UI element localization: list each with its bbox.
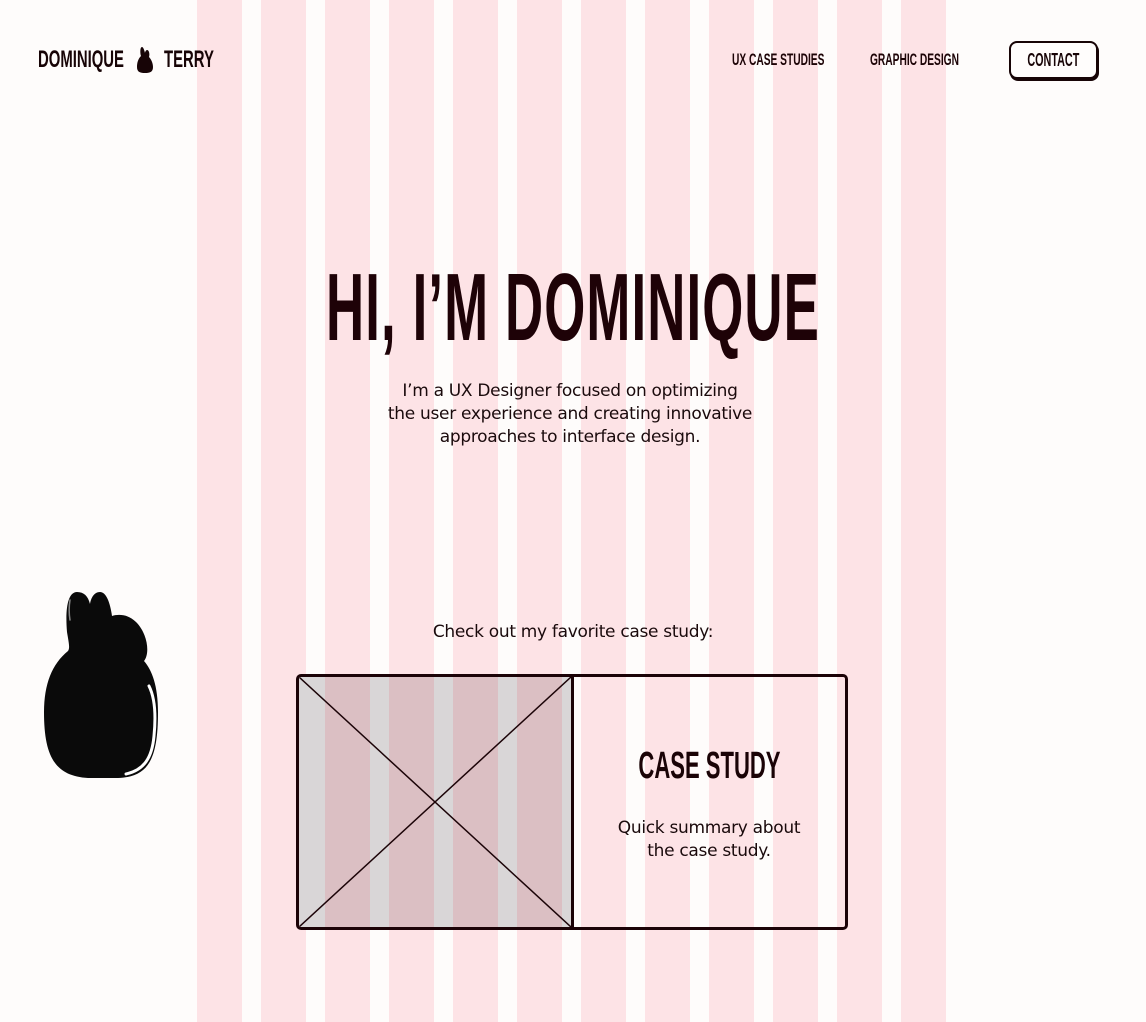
- case-study-title-text: CASE STUDY: [638, 745, 781, 787]
- contact-button[interactable]: CONTACT: [1009, 41, 1098, 79]
- hero-subtitle-line: I’m a UX Designer focused on optimizing: [402, 381, 738, 401]
- case-study-summary-line: the case study.: [647, 841, 771, 861]
- logo-last-name: TERRY: [164, 46, 214, 73]
- hero-subtitle: I’m a UX Designer focused on optimizing …: [373, 380, 767, 449]
- bunny-mascot-icon: [44, 592, 158, 778]
- bunny-icon: [137, 47, 153, 73]
- logo-first-name: DOMINIQUE: [38, 46, 124, 73]
- hero-subtitle-line: approaches to interface design.: [439, 427, 701, 447]
- hero-subtitle-line: the user experience and creating innovat…: [387, 404, 753, 424]
- hero-title: HI, I’M DOMINIQUE: [0, 258, 1146, 358]
- site-logo[interactable]: DOMINIQUE TERRY: [38, 44, 214, 76]
- case-study-summary-line: Quick summary about: [617, 818, 801, 838]
- hero-title-text: HI, I’M DOMINIQUE: [326, 254, 820, 361]
- nav-ux-case-studies[interactable]: UX CASE STUDIES: [732, 50, 886, 70]
- case-study-title: CASE STUDY: [574, 745, 845, 788]
- nav-ux-case-studies-label: UX CASE STUDIES: [732, 50, 825, 69]
- nav-graphic-design-label: GRAPHIC DESIGN: [870, 50, 959, 69]
- contact-button-label: CONTACT: [1027, 49, 1080, 70]
- case-study-card[interactable]: CASE STUDY Quick summary about the case …: [296, 674, 848, 930]
- featured-label: Check out my favorite case study:: [432, 622, 714, 642]
- nav-graphic-design[interactable]: GRAPHIC DESIGN: [870, 50, 1018, 70]
- image-placeholder-icon: [299, 677, 571, 927]
- case-study-summary: Quick summary about the case study.: [604, 817, 814, 863]
- case-study-body: CASE STUDY Quick summary about the case …: [574, 677, 845, 927]
- case-study-image-placeholder: [299, 677, 574, 927]
